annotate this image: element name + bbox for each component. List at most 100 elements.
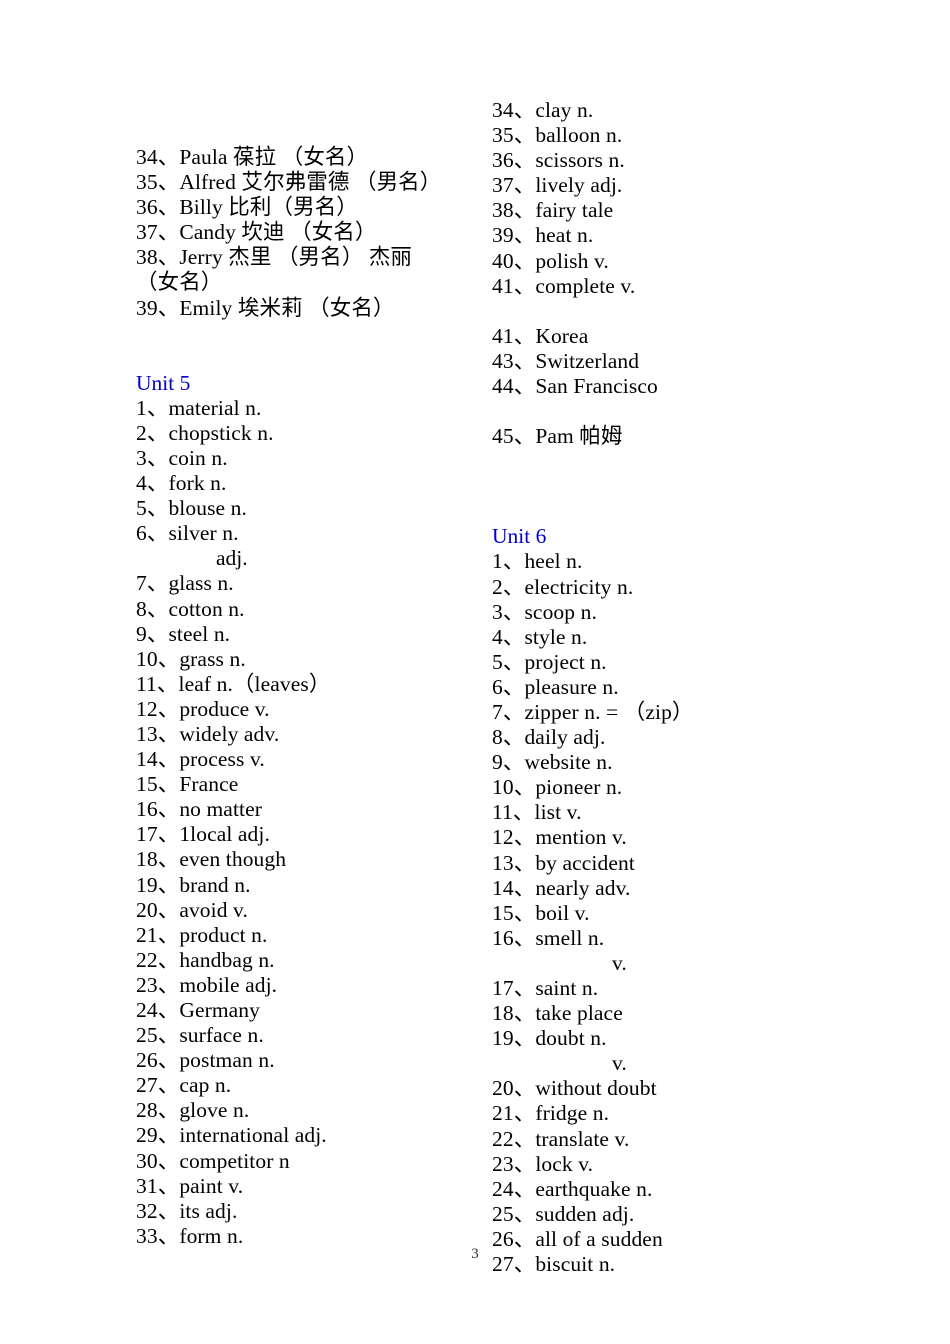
- unit-6-word-list: 1、heel n. 2、electricity n. 3、scoop n. 4、sty…: [492, 549, 848, 1277]
- word-entry: 38、Jerry 杰里 （男名） 杰丽（女名）: [136, 245, 446, 295]
- word-entry: 12、produce v.: [136, 697, 492, 722]
- word-entry-term: leaf n.（leaves）: [178, 671, 331, 696]
- word-entry: 18、take place: [492, 1001, 848, 1026]
- word-entry-term: take place: [535, 1001, 623, 1026]
- word-entry: 37、Candy 坎迪 （女名）: [136, 220, 492, 245]
- word-entry-term: clay n.: [535, 98, 594, 122]
- word-entry-number: 33、: [136, 1223, 180, 1248]
- word-entry-number: 35、: [136, 170, 180, 195]
- page-number: 3: [471, 1246, 479, 1262]
- word-entry: 28、glove n.: [136, 1098, 492, 1123]
- word-entry-term: brand n.: [179, 872, 251, 897]
- word-entry-term: fridge n.: [535, 1101, 610, 1126]
- word-entry-term: without doubt: [535, 1076, 657, 1101]
- word-entry: 15、France: [136, 772, 492, 797]
- word-entry-number: 2、: [492, 574, 525, 599]
- word-entry-number: 16、: [136, 797, 180, 822]
- word-entry-term: paint v.: [179, 1173, 244, 1198]
- word-entry-term: coin n.: [168, 445, 228, 470]
- unit-5-names-list: 45、Pam 帕姆: [492, 424, 848, 449]
- word-entry: 29、international adj.: [136, 1123, 492, 1148]
- unit-6-heading: Unit 6: [492, 524, 547, 549]
- word-entry: 23、lock v.: [492, 1152, 848, 1177]
- word-entry-term: silver n.: [168, 521, 239, 546]
- word-entry-number: 25、: [136, 1023, 180, 1048]
- word-entry-term: San Francisco: [535, 374, 658, 399]
- word-entry: 22、handbag n.: [136, 948, 492, 973]
- word-entry: 17、1local adj.: [136, 822, 492, 847]
- word-entry: 4、fork n.: [136, 471, 492, 496]
- word-entry: 19、brand n.: [136, 873, 492, 898]
- word-entry-number: 5、: [492, 649, 525, 674]
- word-entry-number: 23、: [136, 972, 180, 997]
- word-entry: 3、scoop n.: [492, 600, 848, 625]
- word-entry-number: 12、: [136, 696, 180, 721]
- word-entry-term: style n.: [524, 624, 588, 649]
- word-entry-number: 24、: [136, 998, 180, 1022]
- word-entry-term: heat n.: [535, 223, 594, 248]
- word-entry-number: 39、: [136, 295, 180, 320]
- word-entry-number: 21、: [136, 922, 180, 947]
- word-entry-term: Billy 比利（男名）: [179, 195, 358, 220]
- word-entry-term: avoid v.: [179, 897, 248, 922]
- word-entry-number: 22、: [492, 1126, 536, 1151]
- word-entry-number: 4、: [136, 471, 169, 496]
- word-entry-term: form n.: [179, 1223, 244, 1248]
- word-entry-term: Emily 埃米莉 （女名）: [179, 295, 395, 320]
- word-entry-term: steel n.: [168, 621, 231, 646]
- word-entry-term: blouse n.: [168, 496, 247, 521]
- word-entry-term: project n.: [524, 649, 607, 674]
- word-entry-term: postman n.: [179, 1048, 275, 1073]
- word-entry: 3、coin n.: [136, 446, 492, 471]
- word-entry: 2、electricity n.: [492, 575, 848, 600]
- word-entry-number: 9、: [136, 621, 169, 646]
- word-entry-term: earthquake n.: [535, 1176, 653, 1201]
- word-entry: 21、product n.: [136, 923, 492, 948]
- word-entry-term: chopstick n.: [168, 420, 274, 445]
- word-entry-term: nearly adv.: [535, 875, 631, 900]
- word-entry: 16、no matter: [136, 797, 492, 822]
- word-entry-term: complete v.: [535, 273, 636, 298]
- word-entry: 20、without doubt: [492, 1076, 848, 1101]
- word-entry: 1、material n.: [136, 396, 492, 421]
- word-entry: 18、even though: [136, 847, 492, 872]
- word-entry-number: 6、: [136, 521, 169, 546]
- word-entry-number: 31、: [136, 1173, 180, 1198]
- word-entry-number: 35、: [492, 123, 536, 148]
- word-entry-number: 1、: [492, 549, 525, 574]
- word-entry: 38、fairy tale: [492, 198, 848, 223]
- word-entry-number: 10、: [492, 775, 536, 800]
- document-page: 34、Paula 葆拉 （女名） 35、Alfred 艾尔弗雷德 （男名） 36、B…: [0, 0, 950, 1344]
- word-entry-number: 22、: [136, 947, 180, 972]
- word-entry-term: pioneer n.: [535, 775, 623, 800]
- word-entry-number: 27、: [136, 1073, 180, 1098]
- word-entry-term: zipper n. = （zip）: [524, 699, 694, 724]
- word-entry: 17、saint n.: [492, 976, 848, 1001]
- word-entry: 20、avoid v.: [136, 898, 492, 923]
- word-entry: 39、Emily 埃米莉 （女名）: [136, 296, 492, 321]
- word-entry: 40、polish v.: [492, 249, 848, 274]
- word-pos-label: v.: [612, 1051, 627, 1076]
- word-entry: 1、heel n.: [492, 549, 848, 574]
- two-column-layout: 34、Paula 葆拉 （女名） 35、Alfred 艾尔弗雷德 （男名） 36、B…: [0, 0, 950, 1344]
- word-entry-number: 13、: [492, 850, 536, 875]
- word-entry: 34、Paula 葆拉 （女名）: [136, 145, 492, 170]
- word-entry-term: international adj.: [179, 1123, 327, 1148]
- word-entry-term: saint n.: [535, 976, 599, 1000]
- word-entry-term: sudden adj.: [535, 1201, 635, 1226]
- word-entry-number: 11、: [492, 800, 535, 825]
- word-entry: 14、nearly adv.: [492, 876, 848, 901]
- word-entry: 41、complete v.: [492, 274, 848, 299]
- word-entry: 6、pleasure n.: [492, 675, 848, 700]
- word-entry-term: lock v.: [535, 1151, 594, 1176]
- unit-5-continued-word-list: 34、clay n. 35、balloon n. 36、scissors n. 37、…: [492, 98, 848, 299]
- word-entry: 15、boil v.: [492, 901, 848, 926]
- word-entry-number: 9、: [492, 750, 525, 775]
- word-entry-number: 45、: [492, 424, 536, 449]
- word-entry: 8、daily adj.: [492, 725, 848, 750]
- word-entry-number: 19、: [492, 1026, 536, 1051]
- word-entry-number: 41、: [492, 323, 536, 348]
- word-entry: 26、postman n.: [136, 1048, 492, 1073]
